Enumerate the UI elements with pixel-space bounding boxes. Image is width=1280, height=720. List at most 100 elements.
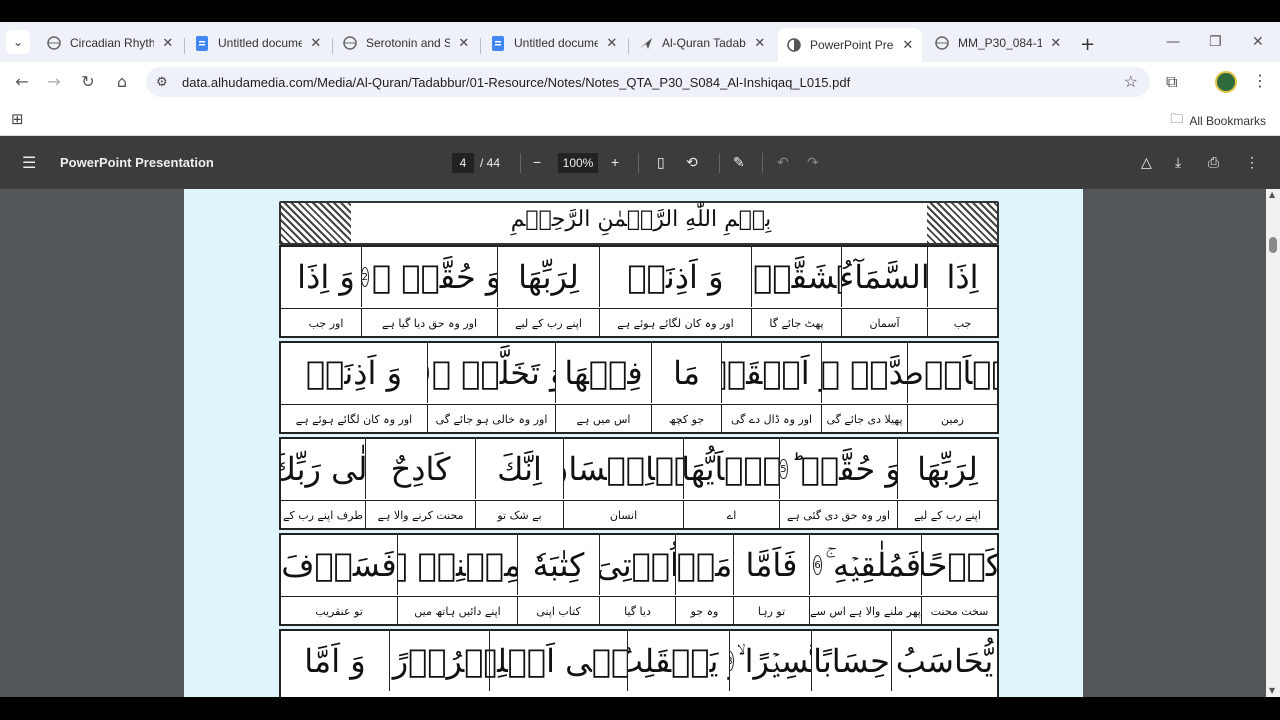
globe-icon xyxy=(46,35,62,51)
docs-icon xyxy=(490,35,506,51)
scroll-up-icon[interactable]: ▲ xyxy=(1269,190,1275,199)
arabic-word: وَ اَمَّا xyxy=(281,631,389,691)
tab-search-button[interactable]: ⌄ xyxy=(6,30,30,54)
forward-button[interactable]: → xyxy=(44,72,64,92)
urdu-translation: تو رہا xyxy=(733,597,809,625)
urdu-translation: کتاب اپنی xyxy=(517,597,599,625)
zoom-level-input[interactable]: 100% xyxy=(558,153,598,173)
bookmark-star-icon[interactable]: ☆ xyxy=(1124,72,1138,92)
folder-icon: 🗀 xyxy=(1170,111,1184,126)
urdu-translation: اے xyxy=(683,501,779,529)
zoom-out-button[interactable]: − xyxy=(533,154,541,170)
tab-title: Untitled docume xyxy=(514,36,598,50)
more-options-icon[interactable]: ⋮ xyxy=(1245,154,1259,171)
arabic-word-text: مَا xyxy=(673,354,700,392)
tab-serotonin[interactable]: Serotonin and S ✕ xyxy=(334,28,478,58)
extensions-icon[interactable]: ⧉ xyxy=(1166,72,1177,92)
redo-button[interactable]: ↷ xyxy=(807,154,819,171)
reload-button[interactable]: ↻ xyxy=(78,72,98,92)
urdu-translation: اور وہ کان لگائے ہوئے ہے xyxy=(599,309,751,337)
tab-divider xyxy=(480,38,481,54)
tab-title: Al-Quran Tadab xyxy=(662,36,746,50)
scrollbar-thumb[interactable] xyxy=(1269,237,1277,253)
annotate-button[interactable]: ✎ xyxy=(733,154,745,171)
tab-powerpoint-presentation[interactable]: PowerPoint Pres ✕ xyxy=(778,28,922,62)
close-icon[interactable]: ✕ xyxy=(754,35,766,51)
minimize-button[interactable]: — xyxy=(1166,34,1180,50)
arabic-word: فَاَمَّا xyxy=(733,535,809,595)
arabic-word-text: كِتٰبَهٗ xyxy=(532,546,585,584)
arabic-word-text: یٰۤاَیُّهَا xyxy=(683,450,779,488)
arabic-word: كَدۡحًا xyxy=(921,535,997,595)
drive-save-button[interactable]: △ xyxy=(1141,154,1152,171)
arabic-word: فِیۡهَا xyxy=(555,343,651,403)
close-icon[interactable]: ✕ xyxy=(902,37,914,53)
quran-sheet: بِسۡمِ اللّٰهِ الرَّحۡمٰنِ الرَّحِیۡمِ ا… xyxy=(279,201,999,697)
browser-menu-icon[interactable]: ⋮ xyxy=(1252,71,1268,90)
arabic-word: وَ اَذِنَتۡ xyxy=(281,343,427,403)
hamburger-menu-icon[interactable]: ☰ xyxy=(22,153,36,173)
urdu-translation: اپنے رب کے لیے xyxy=(897,501,997,529)
close-icon[interactable]: ✕ xyxy=(1050,35,1062,51)
arabic-word-text: اِنَّكَ xyxy=(497,450,542,488)
arabic-word: انۡشَقَّتۡ ۙ1 xyxy=(751,247,841,307)
undo-button[interactable]: ↶ xyxy=(777,154,789,171)
new-tab-button[interactable]: + xyxy=(1080,34,1095,55)
arabic-word-text: فِیۡهَا xyxy=(564,354,643,392)
screen-bottom-border xyxy=(0,697,1280,720)
print-icon: ⎙ xyxy=(1208,154,1220,170)
page-number-input[interactable]: 4 xyxy=(452,153,474,173)
tab-al-quran-tadabbur[interactable]: Al-Quran Tadab ✕ xyxy=(630,28,774,58)
arabic-word: وَ اَذِنَتۡ xyxy=(599,247,751,307)
close-icon[interactable]: ✕ xyxy=(458,35,470,51)
urdu-translation: اور وہ حق دیا گیا ہے xyxy=(361,309,497,337)
tab-mm-p30[interactable]: MM_P30_084-15 ✕ xyxy=(926,28,1070,58)
avatar[interactable] xyxy=(1215,71,1237,93)
restore-button[interactable]: ❐ xyxy=(1209,34,1222,50)
close-icon[interactable]: ✕ xyxy=(606,35,618,51)
urdu-translation: اور وہ حق دی گئی ہے xyxy=(779,501,897,529)
back-button[interactable]: ← xyxy=(12,72,32,92)
arabic-word-text: لِرَبِّهَا xyxy=(917,450,978,488)
scroll-down-icon[interactable]: ▼ xyxy=(1269,686,1275,695)
rotate-button[interactable]: ⟲ xyxy=(686,154,698,171)
urdu-translation: پھٹ جائے گا xyxy=(751,309,841,337)
all-bookmarks-button[interactable]: 🗀 All Bookmarks xyxy=(1170,110,1266,132)
close-window-button[interactable]: ✕ xyxy=(1252,34,1264,50)
close-icon[interactable]: ✕ xyxy=(310,35,322,51)
tab-title: PowerPoint Pres xyxy=(810,38,894,52)
home-button[interactable]: ⌂ xyxy=(112,72,132,92)
redo-icon: ↷ xyxy=(807,154,819,170)
urdu-translation: پھر ملنے والا ہے اس سے xyxy=(809,597,921,625)
ayah-number-marker: 6 xyxy=(813,555,823,575)
arabic-word: اُوۡتِیَ xyxy=(599,535,675,595)
urdu-translation: اور وہ کان لگائے ہوئے ہے xyxy=(295,412,413,426)
arabic-word: كَادِحٌ xyxy=(365,439,475,499)
pen-icon: ✎ xyxy=(733,154,745,170)
arabic-row: كَدۡحًا فَمُلٰقِیۡهِ ۚ 6 فَاَمَّا مَنۡ اُوۡتِ… xyxy=(281,535,997,595)
urdu-translation: اس میں ہے xyxy=(555,405,651,433)
download-button[interactable]: ⤓ xyxy=(1175,154,1181,171)
site-info-icon[interactable]: ⚙ xyxy=(156,74,168,90)
urdu-translation: جو کچھ xyxy=(651,405,721,433)
close-icon: ✕ xyxy=(1252,34,1264,50)
zoom-in-button[interactable]: + xyxy=(611,154,619,170)
fit-page-button[interactable]: ▯ xyxy=(657,154,665,171)
arabic-word: حِسَابًا xyxy=(811,631,891,691)
apps-grid-icon[interactable]: ⊞ xyxy=(11,110,24,128)
print-button[interactable]: ⎙ xyxy=(1208,154,1219,171)
tab-untitled-doc-1[interactable]: Untitled docume ✕ xyxy=(186,28,330,58)
scrollbar[interactable] xyxy=(1266,189,1280,697)
close-icon[interactable]: ✕ xyxy=(162,35,174,51)
arabic-word: الۡاِنۡسَانُ xyxy=(563,439,683,499)
arabic-word-text: وَ اَذِنَتۡ xyxy=(627,258,724,296)
home-icon: ⌂ xyxy=(116,72,128,91)
arabic-word-text: السَّمَآءُ xyxy=(841,258,927,296)
arabic-word-text: كَدۡحًا xyxy=(921,546,997,584)
urdu-translation: زمین xyxy=(907,405,997,433)
tab-untitled-doc-2[interactable]: Untitled docume ✕ xyxy=(482,28,626,58)
tab-circadian[interactable]: Circadian Rhythm ✕ xyxy=(38,28,182,58)
urdu-translation: تو عنقریب xyxy=(315,604,363,618)
address-bar[interactable]: ⚙ data.alhudamedia.com/Media/Al-Quran/Ta… xyxy=(146,67,1150,97)
ayah-number-marker: 5 xyxy=(780,459,788,479)
